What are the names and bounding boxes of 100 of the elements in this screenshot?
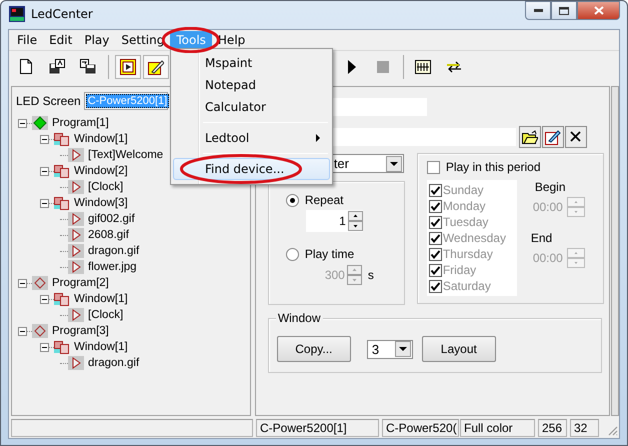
tree-item[interactable]: Window[1] <box>74 341 128 353</box>
play-icon <box>348 60 356 74</box>
unit-label: s <box>368 268 374 282</box>
edit-file-button[interactable] <box>542 126 564 148</box>
close-button[interactable] <box>577 1 620 20</box>
minimize-icon <box>534 9 542 12</box>
arrow-icon <box>446 60 462 72</box>
status-text: Full color <box>460 419 535 437</box>
tree-item[interactable]: 2608.gif <box>88 229 129 241</box>
menu-item[interactable]: Ledtool <box>173 127 330 149</box>
spinner-icon <box>566 197 585 217</box>
tree-item[interactable]: Program[3] <box>52 325 109 337</box>
submenu-arrow-icon <box>316 134 320 142</box>
tree-item[interactable]: [Clock] <box>88 181 124 193</box>
resize-grip-icon[interactable] <box>606 424 618 436</box>
play-item-icon <box>68 180 84 194</box>
frame-icon <box>120 58 136 74</box>
open-file-button[interactable] <box>518 126 541 148</box>
menu-item[interactable]: Edit <box>43 31 78 49</box>
expander-icon[interactable] <box>40 342 49 352</box>
tree-item[interactable]: flower.jpg <box>88 261 137 273</box>
spinner-icon <box>348 211 363 231</box>
radio-label: Play time <box>304 247 354 261</box>
checkbox-label: Play in this period <box>446 160 541 174</box>
folder-icon <box>522 130 538 144</box>
caret-icon <box>394 341 411 357</box>
app-icon <box>9 6 25 22</box>
time-label: End <box>530 231 554 245</box>
window-icon <box>54 340 70 354</box>
status-text: C-Power520( <box>382 419 459 437</box>
tree-item[interactable]: dragon.gif <box>88 357 140 369</box>
window-title: LedCenter <box>31 7 93 21</box>
tree-item[interactable]: dragon.gif <box>88 245 140 257</box>
tree-item[interactable]: Window[3] <box>74 197 128 209</box>
expander-icon[interactable] <box>18 118 27 128</box>
status-text: 32 <box>570 419 599 437</box>
status-text: 256 <box>538 419 567 437</box>
caret-icon <box>386 156 402 172</box>
play-item-icon <box>68 212 84 226</box>
maximize-button[interactable] <box>551 1 577 20</box>
floppy-icon <box>49 59 65 74</box>
spin-field[interactable]: 1 <box>306 210 363 232</box>
expander-icon[interactable] <box>18 326 27 336</box>
window-icon <box>54 292 70 306</box>
count-dropdown[interactable]: 3 <box>366 340 413 358</box>
radio-button[interactable] <box>286 194 299 206</box>
edit-button[interactable] <box>143 54 169 78</box>
day-label: Friday <box>442 263 476 277</box>
floppy-icon <box>80 59 96 74</box>
close-icon <box>594 6 604 15</box>
day-label: Tuesday <box>442 215 488 229</box>
menu-item[interactable]: Play <box>78 31 116 49</box>
day-label: Wednesday <box>442 231 506 245</box>
spinner-icon <box>346 265 362 285</box>
play-item-icon <box>68 308 84 322</box>
tree-item[interactable]: Window[2] <box>74 165 128 177</box>
tree-item[interactable]: Program[1] <box>52 117 109 129</box>
expander-icon[interactable] <box>40 294 49 304</box>
tree-item[interactable]: Window[1] <box>74 293 128 305</box>
play-item-icon <box>68 356 84 370</box>
window-icon <box>54 132 70 146</box>
maximize-icon <box>559 6 569 14</box>
play-item-icon <box>68 260 84 274</box>
expander-icon[interactable] <box>40 134 49 144</box>
play-item-icon <box>68 228 84 242</box>
copy-button[interactable]: Copy... <box>276 336 351 362</box>
radio-label: Repeat <box>304 193 344 207</box>
menu-item[interactable]: Calculator <box>173 96 330 118</box>
tree-item[interactable]: gif002.gif <box>88 213 135 225</box>
status-text: C-Power5200[1] <box>256 419 379 437</box>
menu-item[interactable]: File <box>11 31 44 49</box>
expander-icon[interactable] <box>40 166 49 176</box>
layout-button[interactable]: Layout <box>422 336 496 362</box>
minimize-button[interactable] <box>525 1 551 20</box>
window-icon <box>54 196 70 210</box>
window-icon <box>54 164 70 178</box>
spinner-icon <box>566 248 585 268</box>
day-label: Monday <box>442 199 486 213</box>
stop-icon <box>377 60 389 72</box>
tree-item[interactable]: Program[2] <box>52 277 109 289</box>
expander-icon[interactable] <box>40 198 49 208</box>
document-icon <box>20 59 32 74</box>
menu-item[interactable]: Notepad <box>173 74 330 96</box>
expander-icon[interactable] <box>18 278 27 288</box>
day-label: Sunday <box>442 183 484 197</box>
grid-icon <box>415 60 431 74</box>
day-label: Thursday <box>442 247 493 261</box>
pencil-frame-icon <box>148 58 164 74</box>
play-item-icon <box>68 244 84 258</box>
menu-item[interactable]: Mspaint <box>173 52 330 74</box>
menu-item[interactable]: Find device... <box>173 158 330 180</box>
frame-button[interactable] <box>115 54 141 78</box>
pencil-frame-icon <box>544 128 561 144</box>
play-item-icon <box>68 148 84 162</box>
delete-button[interactable] <box>564 126 587 148</box>
time-label: Begin <box>534 180 567 194</box>
tree-item[interactable]: [Clock] <box>88 309 124 321</box>
tree-item[interactable]: [Text]Welcome <box>88 149 164 161</box>
tree-item[interactable]: Window[1] <box>74 133 128 145</box>
group-title: Window <box>276 311 322 325</box>
